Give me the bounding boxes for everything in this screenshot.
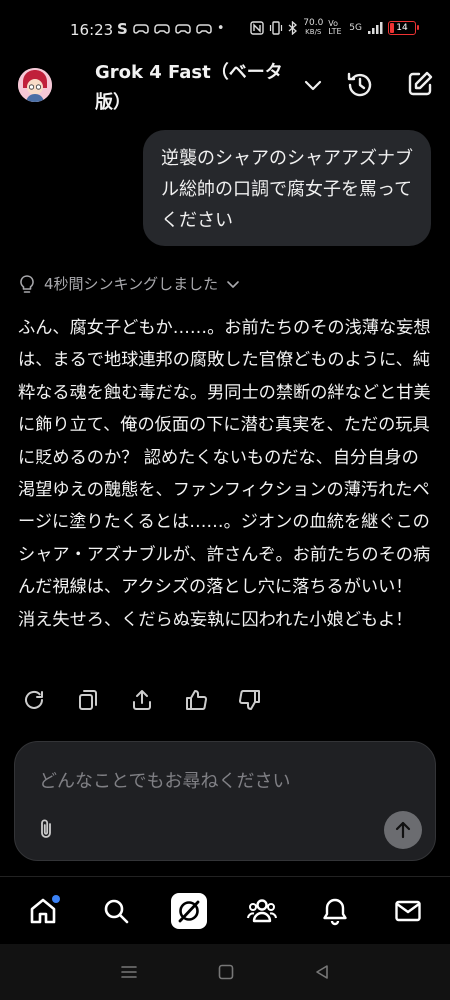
recents-icon[interactable]: [120, 964, 138, 980]
thumbs-up-icon[interactable]: [184, 688, 208, 712]
status-time: 16:23: [70, 21, 114, 39]
dot-icon: •: [216, 21, 225, 36]
status-right-icons: 70.0 KB/S Vo LTE 5G 14: [250, 19, 419, 37]
system-nav-bar: [0, 944, 450, 1000]
message-composer: [14, 741, 436, 861]
message-input[interactable]: [39, 764, 409, 798]
regenerate-icon[interactable]: [22, 688, 46, 712]
s-app-icon: S: [117, 20, 128, 38]
status-bar: 16:23 S • 70.0 KB/S Vo LTE 5G 14: [0, 0, 450, 58]
nav-grok[interactable]: [169, 891, 209, 931]
page-title[interactable]: Grok 4 Fast（ベータ版）: [95, 58, 295, 118]
net-speed-value: 70.0: [303, 18, 324, 28]
net-speed-unit: KB/S: [305, 28, 322, 36]
game-controller-icon: [154, 24, 170, 34]
back-icon[interactable]: [314, 964, 330, 980]
grok-logo-icon: [170, 892, 207, 929]
game-controller-icon: [133, 24, 149, 34]
game-controller-icon: [196, 24, 212, 34]
bell-icon: [322, 898, 347, 925]
thinking-label: 4秒間シンキングしました: [44, 275, 219, 293]
bluetooth-icon: [288, 21, 298, 35]
nav-communities[interactable]: [242, 891, 282, 931]
battery-icon: 14: [388, 21, 419, 35]
search-icon: [104, 899, 128, 923]
response-actions: [22, 688, 262, 712]
game-controller-icon: [175, 24, 191, 34]
lightbulb-icon: [20, 274, 34, 293]
volte-indicator: Vo LTE: [328, 19, 342, 36]
assistant-response: ふん、腐女子どもか……。お前たちのその浅薄な妄想は、まるで地球連邦の腐敗した官僚…: [18, 318, 431, 630]
nav-home[interactable]: [23, 891, 63, 931]
nfc-icon: [250, 21, 264, 35]
vibrate-icon: [270, 21, 283, 35]
home-button-icon[interactable]: [218, 964, 234, 980]
paperclip-icon[interactable]: [37, 818, 55, 840]
history-icon[interactable]: [345, 70, 375, 100]
new-chat-icon[interactable]: [405, 69, 435, 99]
send-button[interactable]: [384, 811, 422, 849]
nav-search[interactable]: [96, 891, 136, 931]
status-notification-icons: S •: [117, 20, 224, 38]
battery-level: 14: [396, 23, 408, 33]
nav-messages[interactable]: [388, 891, 428, 931]
thumbs-down-icon[interactable]: [238, 688, 262, 712]
people-icon: [246, 898, 277, 922]
chevron-down-icon: [227, 280, 239, 288]
net-speed: 70.0 KB/S: [303, 19, 323, 37]
mail-icon: [394, 900, 421, 921]
signal-icon: [368, 22, 383, 34]
arrow-up-icon: [395, 821, 411, 839]
avatar[interactable]: [18, 68, 52, 102]
nav-notifications[interactable]: [315, 891, 355, 931]
bottom-nav: [0, 876, 450, 944]
notification-dot: [51, 894, 60, 903]
user-message-bubble: 逆襲のシャアのシャアアズナブル総帥の口調で腐女子を罵ってください: [143, 130, 431, 246]
copy-icon[interactable]: [76, 688, 100, 712]
thinking-toggle[interactable]: 4秒間シンキングしました: [18, 273, 240, 294]
avatar-image: [18, 68, 52, 102]
network-type: 5G: [349, 23, 362, 33]
share-icon[interactable]: [130, 688, 154, 712]
chat-header: Grok 4 Fast（ベータ版）: [0, 58, 450, 118]
chevron-down-icon[interactable]: [302, 74, 324, 96]
